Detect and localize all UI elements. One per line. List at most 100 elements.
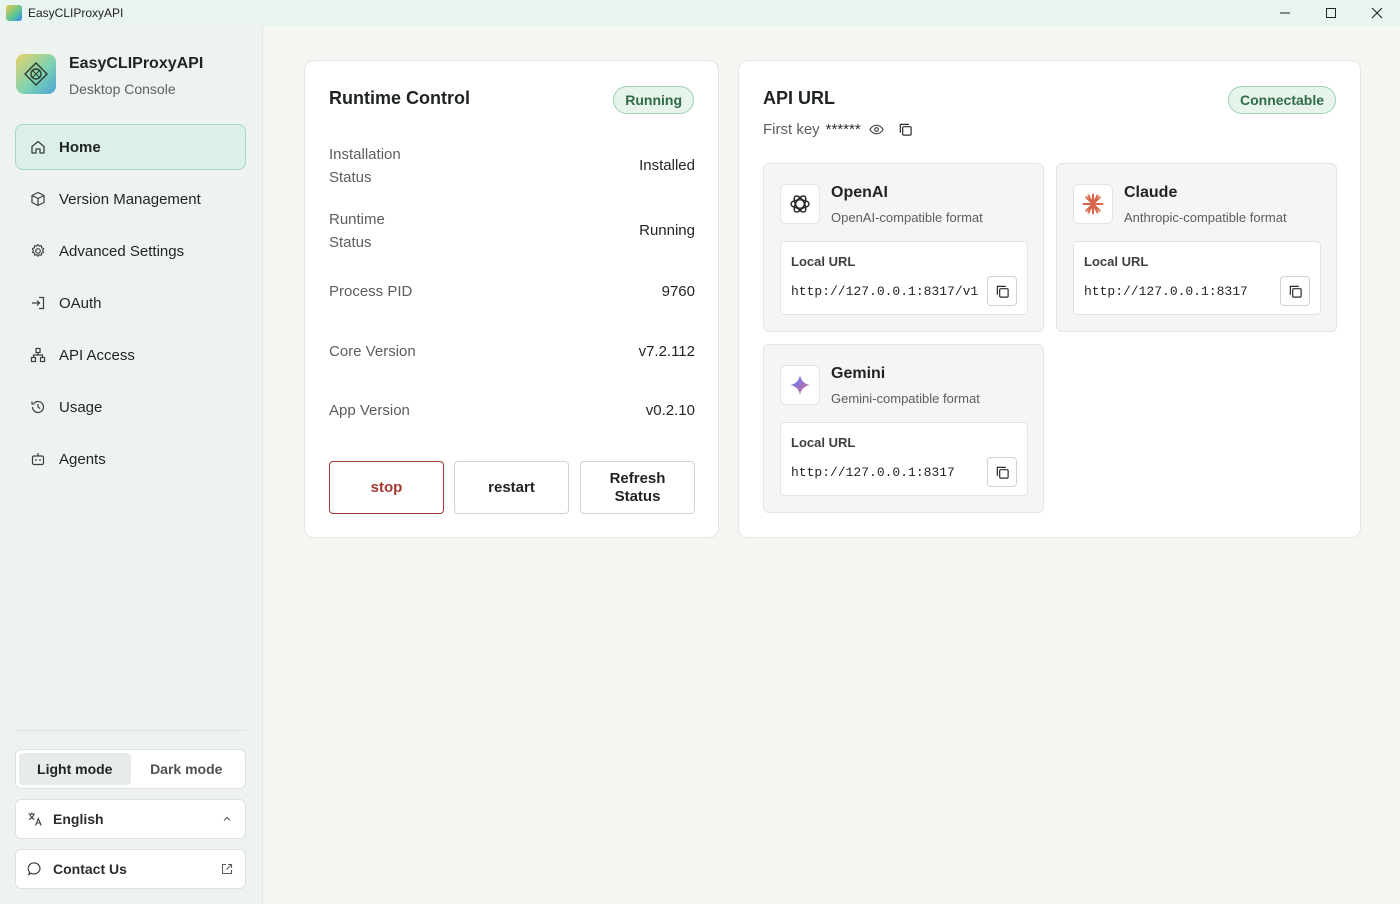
stop-button[interactable]: stop bbox=[329, 461, 444, 514]
core-version-label: Core Version bbox=[329, 343, 416, 360]
claude-icon bbox=[1082, 193, 1104, 215]
nav-item-label: Agents bbox=[59, 450, 106, 468]
copy-icon bbox=[996, 466, 1009, 479]
gemini-icon bbox=[790, 375, 810, 395]
local-url-value[interactable]: http://127.0.0.1:8317/v1 bbox=[791, 284, 978, 299]
first-key-value: ****** bbox=[825, 121, 861, 138]
runtime-status-label: Runtime Status bbox=[329, 211, 385, 251]
nav-item-api-access[interactable]: API Access bbox=[15, 332, 246, 378]
nav-item-version-management[interactable]: Version Management bbox=[15, 176, 246, 222]
close-button[interactable] bbox=[1354, 0, 1400, 26]
history-icon bbox=[31, 400, 45, 414]
provider-card-gemini: Gemini Gemini-compatible format Local UR… bbox=[763, 344, 1044, 513]
contact-us-button[interactable]: Contact Us bbox=[15, 849, 246, 889]
network-icon bbox=[30, 347, 46, 363]
claude-icon-box bbox=[1073, 184, 1113, 224]
gemini-icon-box bbox=[780, 365, 820, 405]
light-mode-button[interactable]: Light mode bbox=[19, 753, 131, 785]
copy-url-button[interactable] bbox=[987, 276, 1017, 306]
local-url-label: Local URL bbox=[791, 435, 856, 450]
runtime-title: Runtime Control bbox=[329, 88, 470, 108]
minimize-icon bbox=[1280, 12, 1290, 14]
brand-logo-icon bbox=[24, 62, 48, 86]
provider-name: Claude bbox=[1124, 184, 1178, 201]
app-version-row: App Version v0.2.10 bbox=[329, 399, 695, 422]
maximize-button[interactable] bbox=[1308, 0, 1354, 26]
provider-card-openai: OpenAI OpenAI-compatible format Local UR… bbox=[763, 163, 1044, 332]
installation-status-value: Installed bbox=[639, 157, 695, 174]
api-url-card: API URL Connectable First key ****** Ope… bbox=[738, 60, 1361, 538]
language-select[interactable]: English bbox=[15, 799, 246, 839]
provider-desc: Anthropic-compatible format bbox=[1124, 210, 1287, 225]
title-bar: EasyCLIProxyAPI bbox=[0, 0, 1400, 26]
provider-desc: Gemini-compatible format bbox=[831, 391, 980, 406]
runtime-status-badge: Running bbox=[613, 86, 694, 114]
external-link-icon bbox=[221, 863, 233, 875]
chat-icon bbox=[27, 862, 41, 876]
nav-item-label: Usage bbox=[59, 398, 103, 416]
copy-key-icon[interactable] bbox=[898, 122, 913, 137]
core-version-value: v7.2.112 bbox=[638, 343, 695, 360]
nav-item-usage[interactable]: Usage bbox=[15, 384, 246, 430]
maximize-icon bbox=[1326, 8, 1336, 18]
copy-url-button[interactable] bbox=[987, 457, 1017, 487]
nav-item-oauth[interactable]: OAuth bbox=[15, 280, 246, 326]
process-pid-value: 9760 bbox=[661, 283, 695, 300]
runtime-status-row: Runtime Status Running bbox=[329, 208, 695, 254]
first-key-label: First key bbox=[763, 121, 820, 138]
runtime-control-card: Runtime Control Running Installation Sta… bbox=[304, 60, 719, 538]
theme-toggle: Light mode Dark mode bbox=[15, 749, 246, 789]
app-version-value: v0.2.10 bbox=[645, 402, 695, 419]
close-icon bbox=[1371, 7, 1383, 19]
copy-url-button[interactable] bbox=[1280, 276, 1310, 306]
gear-icon bbox=[31, 243, 45, 257]
installation-status-row: Installation Status Installed bbox=[329, 143, 695, 189]
nav-item-home[interactable]: Home bbox=[15, 124, 246, 170]
home-icon bbox=[31, 140, 45, 154]
nav-item-advanced-settings[interactable]: Advanced Settings bbox=[15, 228, 246, 274]
language-value: English bbox=[53, 811, 104, 827]
local-url-box: Local URL http://127.0.0.1:8317 bbox=[780, 422, 1028, 496]
local-url-box: Local URL http://127.0.0.1:8317/v1 bbox=[780, 241, 1028, 315]
refresh-status-button[interactable]: Refresh Status bbox=[580, 461, 695, 514]
local-url-value[interactable]: http://127.0.0.1:8317 bbox=[791, 465, 955, 480]
first-key: First key ****** bbox=[763, 121, 913, 138]
nav-item-label: Advanced Settings bbox=[59, 242, 185, 260]
cube-icon bbox=[31, 191, 45, 207]
process-pid-row: Process PID 9760 bbox=[329, 280, 695, 303]
provider-name: Gemini bbox=[831, 365, 886, 382]
provider-desc: OpenAI-compatible format bbox=[831, 210, 983, 225]
provider-card-claude: Claude Anthropic-compatible format Local… bbox=[1056, 163, 1337, 332]
nav-menu: Home Version Management Advanced Setting… bbox=[15, 124, 246, 488]
copy-icon bbox=[1289, 285, 1302, 298]
provider-name: OpenAI bbox=[831, 184, 888, 201]
nav-item-label: API Access bbox=[59, 346, 135, 364]
installation-status-label: Installation Status bbox=[329, 146, 401, 186]
sidebar: EasyCLIProxyAPI Desktop Console Home Ver… bbox=[0, 26, 263, 904]
eye-icon[interactable] bbox=[868, 122, 884, 137]
brand-logo bbox=[16, 54, 56, 94]
brand-name: EasyCLIProxyAPI bbox=[69, 55, 204, 72]
chevron-up-icon bbox=[223, 816, 231, 821]
brand-subtitle: Desktop Console bbox=[69, 81, 176, 97]
minimize-button[interactable] bbox=[1262, 0, 1308, 26]
dark-mode-button[interactable]: Dark mode bbox=[131, 753, 243, 785]
local-url-box: Local URL http://127.0.0.1:8317 bbox=[1073, 241, 1321, 315]
window-title: EasyCLIProxyAPI bbox=[28, 6, 124, 20]
brand: EasyCLIProxyAPI Desktop Console bbox=[16, 54, 203, 98]
nav-item-agents[interactable]: Agents bbox=[15, 436, 246, 482]
restart-button[interactable]: restart bbox=[454, 461, 569, 514]
nav-item-label: OAuth bbox=[59, 294, 102, 312]
nav-item-label: Home bbox=[59, 138, 101, 156]
connectable-badge: Connectable bbox=[1227, 86, 1336, 114]
openai-icon bbox=[790, 195, 810, 213]
robot-icon bbox=[31, 453, 45, 466]
translate-icon bbox=[28, 812, 42, 826]
contact-us-label: Contact Us bbox=[53, 861, 127, 877]
process-pid-label: Process PID bbox=[329, 283, 413, 300]
sidebar-divider bbox=[15, 730, 246, 731]
runtime-status-value: Running bbox=[639, 222, 695, 239]
login-icon bbox=[32, 296, 45, 310]
local-url-value[interactable]: http://127.0.0.1:8317 bbox=[1084, 284, 1248, 299]
api-url-title: API URL bbox=[763, 88, 835, 108]
